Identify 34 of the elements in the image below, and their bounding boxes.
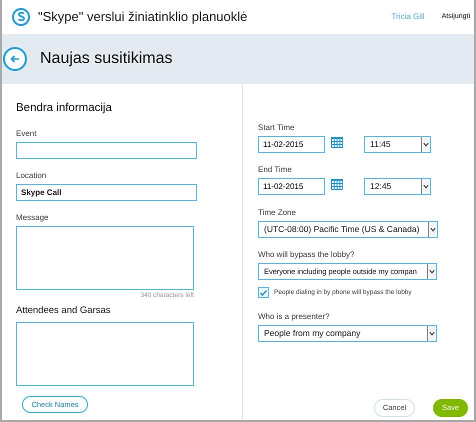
time-dropdown[interactable]: 11:45 bbox=[364, 136, 431, 153]
presenter-dropdown[interactable]: People from my company bbox=[258, 325, 437, 342]
back-button[interactable] bbox=[3, 47, 27, 71]
message-field[interactable] bbox=[16, 226, 194, 290]
field-label: Location bbox=[16, 171, 48, 182]
chevron-down-icon bbox=[427, 326, 436, 341]
field-label: Message bbox=[16, 213, 50, 224]
calendar-icon[interactable] bbox=[331, 137, 343, 148]
field-label: Start Time bbox=[258, 123, 296, 133]
time-zone-dropdown[interactable]: (UTC-08:00) Pacific Time (US & Canada) bbox=[258, 221, 438, 238]
location-field[interactable]: Skype Call bbox=[16, 184, 197, 202]
page-title: Naujas susitikimas bbox=[40, 49, 172, 69]
chevron-down-icon bbox=[421, 137, 430, 152]
calendar-icon[interactable] bbox=[331, 179, 343, 190]
app-title: "Skype" verslui žiniatinklio planuoklė bbox=[38, 8, 248, 26]
checkbox[interactable] bbox=[258, 287, 269, 298]
check-icon bbox=[260, 290, 267, 296]
back-arrow-icon bbox=[10, 55, 20, 63]
logo-icon bbox=[11, 7, 31, 27]
time-dropdown[interactable]: 12:45 bbox=[364, 178, 431, 195]
attendees-label: Attendees and Garsas bbox=[16, 304, 112, 318]
field-label: Who will bypass the lobby? bbox=[258, 250, 356, 260]
chevron-down-icon bbox=[421, 179, 430, 194]
field-label: Time Zone bbox=[258, 208, 297, 218]
section-title: Bendra informacija bbox=[16, 101, 113, 116]
attendees-field[interactable] bbox=[16, 322, 194, 386]
date-field[interactable]: 11-02-2015 bbox=[258, 178, 325, 195]
field-label: Who is a presenter? bbox=[258, 312, 331, 322]
field-label: End Time bbox=[258, 165, 293, 175]
date-field[interactable]: 11-02-2015 bbox=[258, 136, 325, 153]
event-field[interactable] bbox=[16, 142, 197, 160]
chevron-down-icon bbox=[427, 264, 436, 279]
field-label: Event bbox=[16, 129, 38, 140]
chevron-down-icon bbox=[428, 222, 437, 237]
